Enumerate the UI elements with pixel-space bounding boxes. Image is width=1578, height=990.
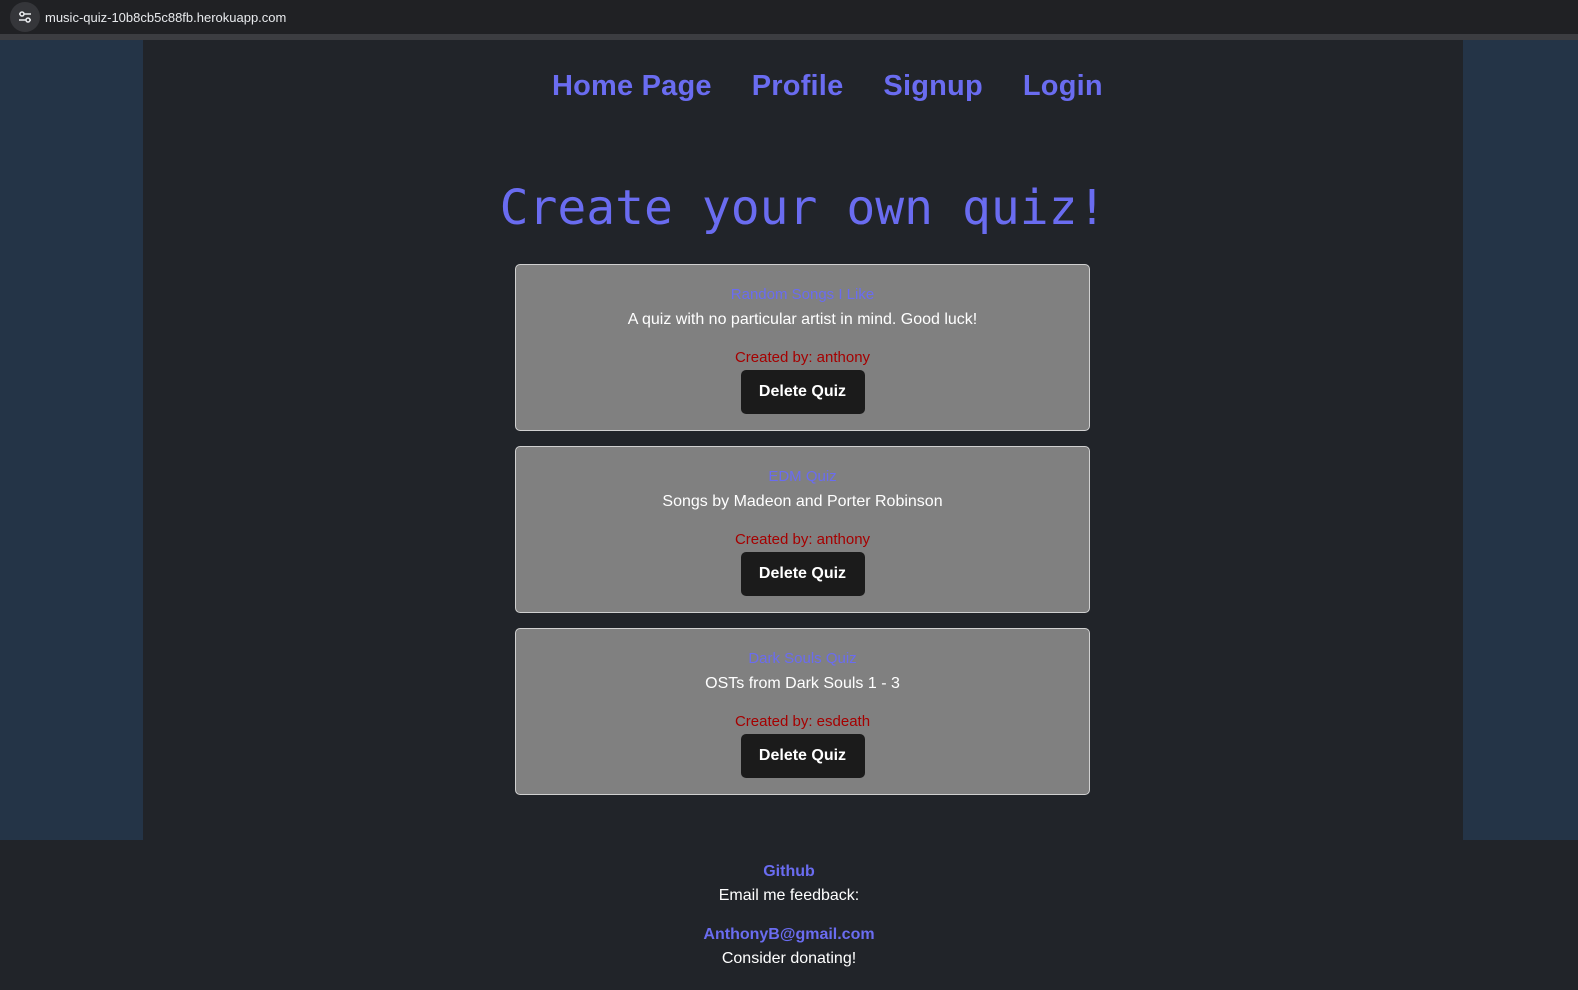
- quiz-title-link[interactable]: EDM Quiz: [516, 467, 1089, 487]
- browser-address-bar[interactable]: music-quiz-10b8cb5c88fb.herokuapp.com: [0, 0, 1578, 34]
- main-content: Home Page Profile Signup Login Create yo…: [143, 40, 1463, 840]
- footer: Github Email me feedback: AnthonyB@gmail…: [0, 840, 1578, 990]
- github-link[interactable]: Github: [0, 860, 1578, 884]
- quiz-card: Dark Souls Quiz OSTs from Dark Souls 1 -…: [515, 628, 1090, 795]
- quiz-author: Created by: anthony: [734, 531, 871, 548]
- quiz-description: A quiz with no particular artist in mind…: [627, 311, 978, 328]
- quiz-description: OSTs from Dark Souls 1 - 3: [705, 675, 900, 692]
- quiz-author: Created by: esdeath: [734, 713, 871, 730]
- tune-icon[interactable]: [10, 2, 40, 32]
- delete-quiz-button[interactable]: Delete Quiz: [740, 370, 865, 414]
- quiz-title-link[interactable]: Dark Souls Quiz: [516, 649, 1089, 669]
- quiz-author: Created by: anthony: [734, 349, 871, 366]
- nav-home-link[interactable]: Home Page: [552, 70, 712, 103]
- nav-signup-link[interactable]: Signup: [883, 70, 982, 103]
- url-text[interactable]: music-quiz-10b8cb5c88fb.herokuapp.com: [45, 10, 286, 25]
- quiz-card: EDM Quiz Songs by Madeon and Porter Robi…: [515, 446, 1090, 613]
- page-title: Create your own quiz!: [143, 180, 1463, 236]
- page-title-text: Create your own quiz!: [499, 180, 1107, 236]
- delete-quiz-button[interactable]: Delete Quiz: [740, 734, 865, 778]
- delete-quiz-button[interactable]: Delete Quiz: [740, 552, 865, 596]
- donate-text: Consider donating!: [721, 950, 857, 967]
- nav-profile-link[interactable]: Profile: [752, 70, 844, 103]
- quiz-card: Random Songs I Like A quiz with no parti…: [515, 264, 1090, 431]
- quiz-description: Songs by Madeon and Porter Robinson: [662, 493, 943, 510]
- nav-login-link[interactable]: Login: [1023, 70, 1103, 103]
- quiz-title-link[interactable]: Random Songs I Like: [516, 285, 1089, 305]
- email-link[interactable]: AnthonyB@gmail.com: [0, 923, 1578, 947]
- feedback-text: Email me feedback:: [718, 887, 860, 904]
- page-background: Home Page Profile Signup Login Create yo…: [0, 40, 1578, 840]
